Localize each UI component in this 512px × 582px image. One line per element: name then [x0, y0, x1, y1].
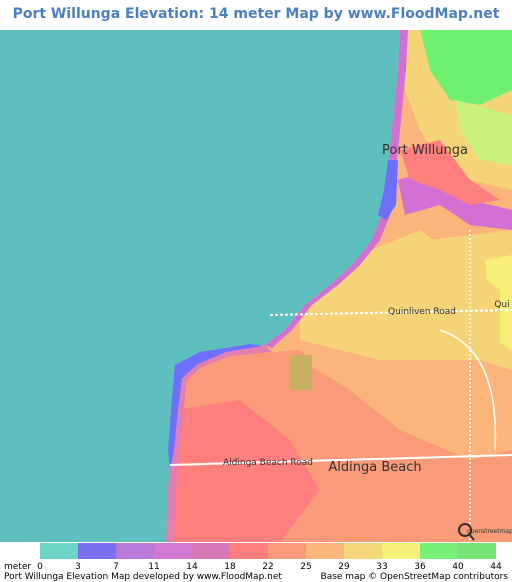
legend-tick-label: 0	[37, 562, 43, 572]
port-willunga-label: Port Willunga	[382, 143, 468, 158]
legend-swatch	[344, 543, 382, 559]
svg-text:openstreetmap: openstreetmap	[467, 528, 512, 535]
aldinga-beach-label: Aldinga Beach	[328, 460, 421, 475]
quinliven-road-label-short: Qui	[494, 300, 509, 310]
legend-tick-label: 33	[376, 562, 388, 572]
legend-tick-label: 22	[262, 562, 274, 572]
map-canvas: Port Willunga Quinliven Road Qui Aldinga…	[0, 30, 512, 542]
legend-swatch	[40, 543, 78, 559]
legend-swatch	[116, 543, 154, 559]
legend-swatch	[420, 543, 458, 559]
legend-tick-label: 14	[186, 562, 198, 572]
legend-tick-label: 11	[148, 562, 160, 572]
elevation-legend: meter 0 3 7 11 14 18 22 25 29 33 36 40 44 Port Willu…	[0, 542, 512, 582]
legend-color-bar	[40, 543, 496, 559]
quinliven-road-label: Quinliven Road	[388, 307, 456, 317]
legend-unit-label: meter	[4, 562, 32, 572]
legend-tick-label: 18	[224, 562, 236, 572]
legend-tick-label: 29	[338, 562, 350, 572]
aldinga-beach-road-label: Aldinga Beach Road	[223, 458, 313, 468]
legend-tick-label: 40	[452, 562, 464, 572]
page-title: Port Willunga Elevation: 14 meter Map by…	[12, 6, 500, 50]
footer-credit: Port Willunga Elevation Map developed by…	[4, 572, 282, 582]
legend-tick-label: 36	[414, 562, 426, 572]
footer-basemap-credit: Base map © OpenStreetMap contributors	[320, 572, 508, 582]
legend-tick-label: 25	[300, 562, 312, 572]
legend-tick-label: 3	[75, 562, 81, 572]
legend-swatch	[306, 543, 344, 559]
legend-swatch	[78, 543, 116, 559]
elevation-map[interactable]: Port Willunga Quinliven Road Qui Aldinga…	[0, 30, 512, 542]
legend-swatch	[154, 543, 192, 559]
legend-swatch	[268, 543, 306, 559]
legend-swatch	[192, 543, 230, 559]
legend-swatch	[458, 543, 496, 559]
legend-tick-label: 44	[490, 562, 502, 572]
legend-tick-label: 7	[113, 562, 119, 572]
legend-swatch	[230, 543, 268, 559]
legend-swatch	[382, 543, 420, 559]
elevation-zone-olive-patch	[290, 355, 312, 390]
